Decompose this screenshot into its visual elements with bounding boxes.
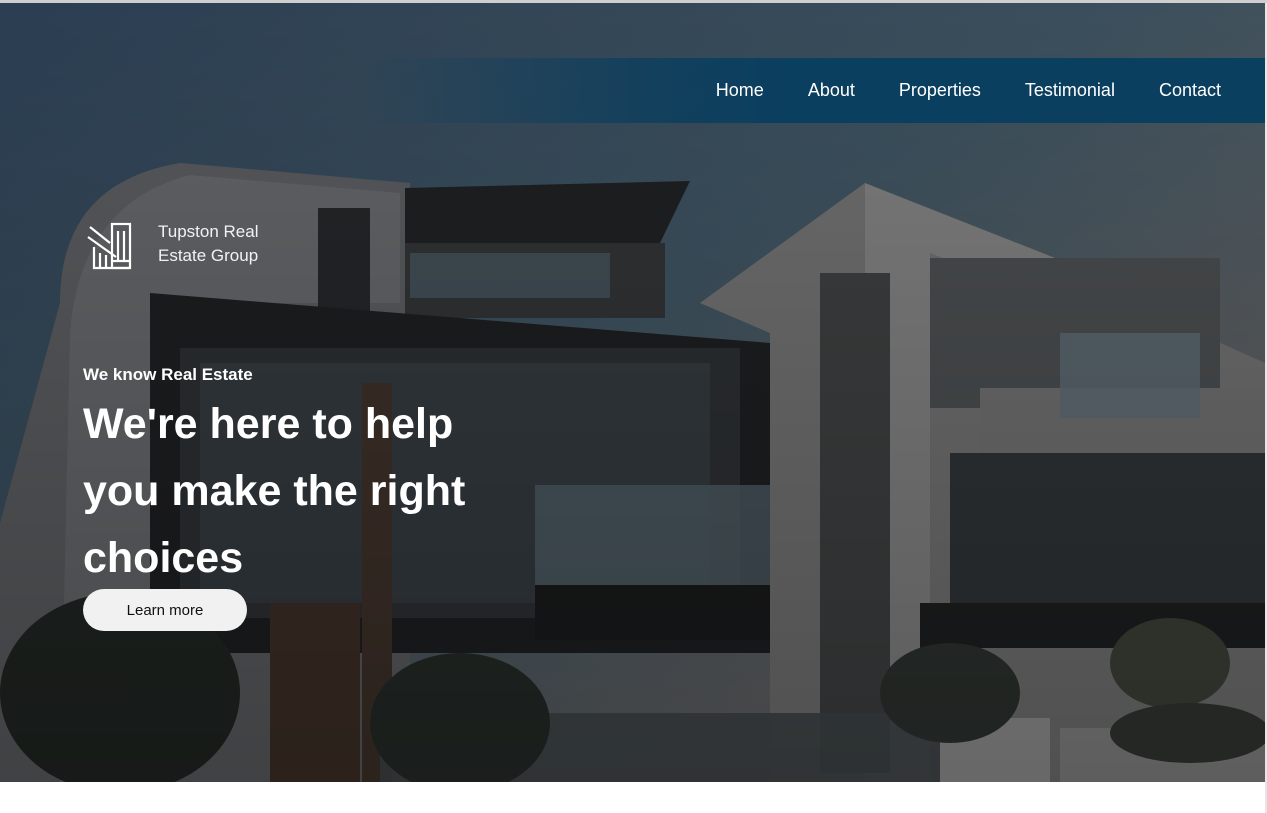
nav-testimonial-link[interactable]: Testimonial — [1025, 80, 1115, 101]
nav-contact-link[interactable]: Contact — [1159, 80, 1221, 101]
hero-headline: We're here to help you make the right ch… — [83, 400, 466, 582]
learn-more-button[interactable]: Learn more — [83, 589, 247, 631]
brand-name: Tupston Real Estate Group — [158, 222, 259, 265]
nav-home-link[interactable]: Home — [716, 80, 764, 101]
building-logo-icon — [87, 222, 132, 270]
hero-section: Home About Properties Testimonial Contac… — [0, 3, 1265, 782]
nav-properties-link[interactable]: Properties — [899, 80, 981, 101]
nav-menu: Home About Properties Testimonial Contac… — [672, 58, 1221, 123]
nav-about-link[interactable]: About — [808, 80, 855, 101]
main-navbar: Home About Properties Testimonial Contac… — [0, 58, 1265, 123]
brand-logo[interactable]: Tupston Real Estate Group — [86, 219, 278, 271]
hero-kicker: We know Real Estate — [83, 365, 253, 384]
